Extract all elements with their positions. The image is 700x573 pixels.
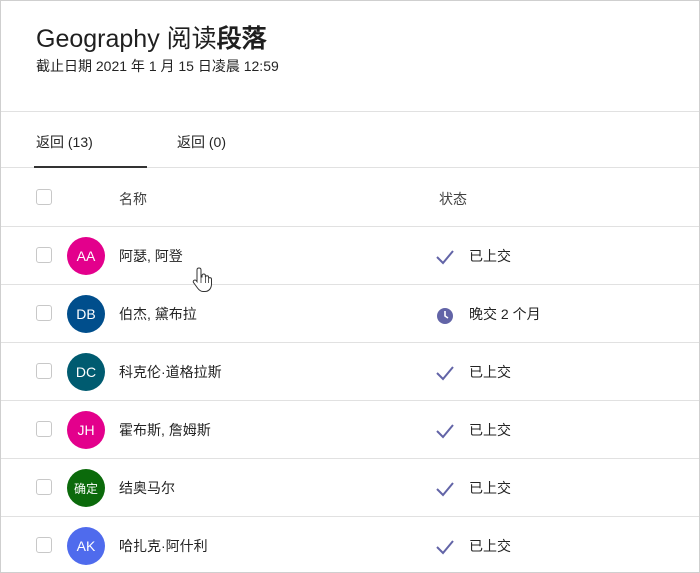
tab-bar: 返回 (13) 返回 (0) (1, 112, 699, 168)
table-header: 名称 状态 (1, 168, 699, 227)
status-text: 已上交 (469, 248, 511, 264)
clock-icon (437, 308, 453, 324)
row-checkbox[interactable] (36, 421, 52, 437)
title-cjk-bold: 段落 (216, 25, 267, 53)
assignment-title: Geography 阅读段落 (36, 19, 267, 55)
student-name[interactable]: 霍布斯, 詹姆斯 (119, 420, 211, 440)
avatar: JH (67, 411, 105, 449)
tab-returned[interactable]: 返回 (13) (36, 132, 93, 152)
row-checkbox[interactable] (36, 479, 52, 495)
avatar: 确定 (67, 469, 105, 507)
title-latin: Geography (36, 25, 160, 53)
status-text: 已上交 (469, 422, 511, 438)
student-name[interactable]: 哈扎克·阿什利 (119, 536, 208, 556)
row-checkbox[interactable] (36, 247, 52, 263)
table-row[interactable]: 确定 结奥马尔 已上交 (1, 459, 699, 517)
checkmark-icon (436, 482, 454, 497)
due-date: 截止日期 2021 年 1 月 15 日凌晨 12:59 (36, 58, 279, 74)
table-row[interactable]: DC 科克伦·道格拉斯 已上交 (1, 343, 699, 401)
column-header-status: 状态 (439, 191, 467, 207)
checkmark-icon (436, 366, 454, 381)
select-all-checkbox[interactable] (36, 189, 52, 205)
student-name[interactable]: 科克伦·道格拉斯 (119, 362, 222, 382)
student-name[interactable]: 伯杰, 黛布拉 (119, 304, 197, 324)
table-row[interactable]: DB 伯杰, 黛布拉 晚交 2 个月 (1, 285, 699, 343)
status-text: 晚交 2 个月 (469, 306, 541, 322)
avatar: AK (67, 527, 105, 565)
title-cjk-light: 阅读 (166, 25, 217, 53)
checkmark-icon (436, 540, 454, 555)
status-text: 已上交 (469, 364, 511, 380)
table-row[interactable]: JH 霍布斯, 詹姆斯 已上交 (1, 401, 699, 459)
student-name[interactable]: 结奥马尔 (119, 478, 175, 498)
table-row[interactable]: AK 哈扎克·阿什利 已上交 (1, 517, 699, 572)
avatar: AA (67, 237, 105, 275)
hand-cursor-icon (192, 267, 212, 292)
column-header-name: 名称 (119, 191, 147, 207)
student-name[interactable]: 阿瑟, 阿登 (119, 246, 183, 266)
assignment-header: Geography 阅读段落 截止日期 2021 年 1 月 15 日凌晨 12… (1, 1, 699, 112)
table-row[interactable]: AA 阿瑟, 阿登 已上交 (1, 227, 699, 285)
status-text: 已上交 (469, 480, 511, 496)
checkmark-icon (436, 250, 454, 265)
row-checkbox[interactable] (36, 363, 52, 379)
assignment-panel: Geography 阅读段落 截止日期 2021 年 1 月 15 日凌晨 12… (0, 0, 700, 573)
row-checkbox[interactable] (36, 305, 52, 321)
avatar: DC (67, 353, 105, 391)
status-text: 已上交 (469, 538, 511, 554)
avatar: DB (67, 295, 105, 333)
tab-returned-zero[interactable]: 返回 (0) (177, 132, 226, 152)
row-checkbox[interactable] (36, 537, 52, 553)
checkmark-icon (436, 424, 454, 439)
